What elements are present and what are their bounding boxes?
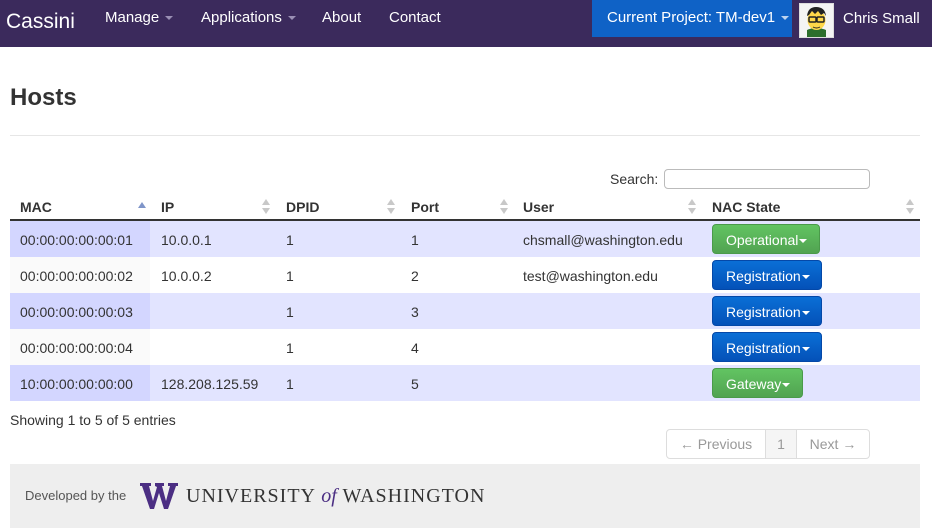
nac-state-label: Registration <box>726 340 801 356</box>
avatar[interactable] <box>799 3 834 38</box>
sort-icon[interactable] <box>387 199 395 215</box>
cell-user: test@washington.edu <box>523 268 658 284</box>
user-menu[interactable]: Chris Small <box>843 10 920 27</box>
university-of-washington-wordmark[interactable]: UNIVERSITY of WASHINGTON <box>186 485 485 508</box>
chevron-down-icon <box>165 16 174 21</box>
cell-dpid: 1 <box>286 340 294 356</box>
current-project-dropdown[interactable]: Current Project: TM-dev1 <box>592 0 792 37</box>
cell-dpid: 1 <box>286 304 294 320</box>
navbar: Cassini Manage Applications About Contac… <box>0 0 932 47</box>
nac-state-button[interactable]: Gateway <box>712 368 803 398</box>
nac-state-label: Gateway <box>726 376 782 392</box>
table-row: 00:00:00:00:00:02 10.0.0.2 1 2 test@wash… <box>10 257 920 293</box>
cell-ip: 128.208.125.59 <box>161 376 259 392</box>
table-row: 00:00:00:00:00:01 10.0.0.1 1 1 chsmall@w… <box>10 221 920 257</box>
chevron-down-icon <box>799 239 808 244</box>
nav-contact[interactable]: Contact <box>389 9 441 26</box>
cell-mac: 00:00:00:00:00:04 <box>20 340 133 356</box>
table-row: 10:00:00:00:00:00 128.208.125.59 1 5 Gat… <box>10 365 920 401</box>
cell-mac: 00:00:00:00:00:01 <box>20 232 133 248</box>
title-divider <box>10 135 920 136</box>
nac-state-label: Registration <box>726 304 801 320</box>
sort-icon[interactable] <box>500 199 508 215</box>
nac-state-button[interactable]: Registration <box>712 332 822 362</box>
cell-mac: 00:00:00:00:00:03 <box>20 304 133 320</box>
chevron-down-icon <box>801 311 810 316</box>
nac-state-button[interactable]: Registration <box>712 260 822 290</box>
nav-about[interactable]: About <box>322 9 361 26</box>
avatar-cartoon-icon <box>800 4 833 37</box>
developed-by-text: Developed by the <box>25 488 127 503</box>
cell-mac: 00:00:00:00:00:02 <box>20 268 133 284</box>
next-page-button[interactable]: Next → <box>797 430 869 458</box>
column-header-port[interactable]: Port <box>411 199 439 215</box>
previous-page-button[interactable]: ← Previous <box>667 430 765 458</box>
current-project-label: Current Project: TM-dev1 <box>607 9 776 26</box>
nac-state-button[interactable]: Registration <box>712 296 822 326</box>
sort-icon[interactable] <box>906 199 914 215</box>
cell-ip: 10.0.0.1 <box>161 232 212 248</box>
page-title: Hosts <box>10 84 77 111</box>
chevron-down-icon <box>801 347 810 352</box>
cell-dpid: 1 <box>286 376 294 392</box>
chevron-down-icon <box>782 383 791 388</box>
cell-port: 1 <box>411 232 419 248</box>
column-header-ip[interactable]: IP <box>161 199 174 215</box>
wordmark-university: UNIVERSITY <box>186 485 316 507</box>
page-1-button[interactable]: 1 <box>765 430 797 458</box>
cell-port: 3 <box>411 304 419 320</box>
column-header-dpid[interactable]: DPID <box>286 199 319 215</box>
cell-port: 4 <box>411 340 419 356</box>
footer: Developed by the UNIVERSITY of WASHINGTO… <box>10 464 920 528</box>
cell-port: 2 <box>411 268 419 284</box>
pagination: ← Previous 1 Next → <box>666 429 870 459</box>
brand-link[interactable]: Cassini <box>6 10 75 34</box>
table-header: MAC IP DPID Port User NAC State <box>10 194 920 221</box>
column-header-mac[interactable]: MAC <box>20 199 52 215</box>
cell-dpid: 1 <box>286 232 294 248</box>
table-info: Showing 1 to 5 of 5 entries <box>10 412 176 428</box>
cell-dpid: 1 <box>286 268 294 284</box>
wordmark-of: of <box>321 485 337 507</box>
cell-port: 5 <box>411 376 419 392</box>
search-input[interactable] <box>664 169 870 189</box>
column-header-user[interactable]: User <box>523 199 554 215</box>
nac-state-button[interactable]: Operational <box>712 224 820 254</box>
nav-manage-label: Manage <box>105 9 160 26</box>
nav-applications[interactable]: Applications <box>201 9 296 26</box>
cell-ip: 10.0.0.2 <box>161 268 212 284</box>
table-row: 00:00:00:00:00:03 1 3 Registration <box>10 293 920 329</box>
table-row: 00:00:00:00:00:04 1 4 Registration <box>10 329 920 365</box>
nac-state-label: Operational <box>726 232 799 248</box>
sort-icon[interactable] <box>262 199 270 215</box>
uw-w-logo-icon <box>140 483 178 509</box>
chevron-down-icon <box>781 16 790 21</box>
search-label: Search: <box>610 171 659 187</box>
wordmark-washington: WASHINGTON <box>342 485 486 507</box>
column-header-nac-state[interactable]: NAC State <box>712 199 780 215</box>
sort-ascending-icon[interactable] <box>138 199 146 215</box>
sort-icon[interactable] <box>688 199 696 215</box>
nac-state-label: Registration <box>726 268 801 284</box>
chevron-down-icon <box>801 275 810 280</box>
chevron-down-icon <box>287 16 296 21</box>
cell-mac: 10:00:00:00:00:00 <box>20 376 133 392</box>
nav-manage[interactable]: Manage <box>105 9 174 26</box>
cell-user: chsmall@washington.edu <box>523 232 683 248</box>
nav-applications-label: Applications <box>201 9 282 26</box>
